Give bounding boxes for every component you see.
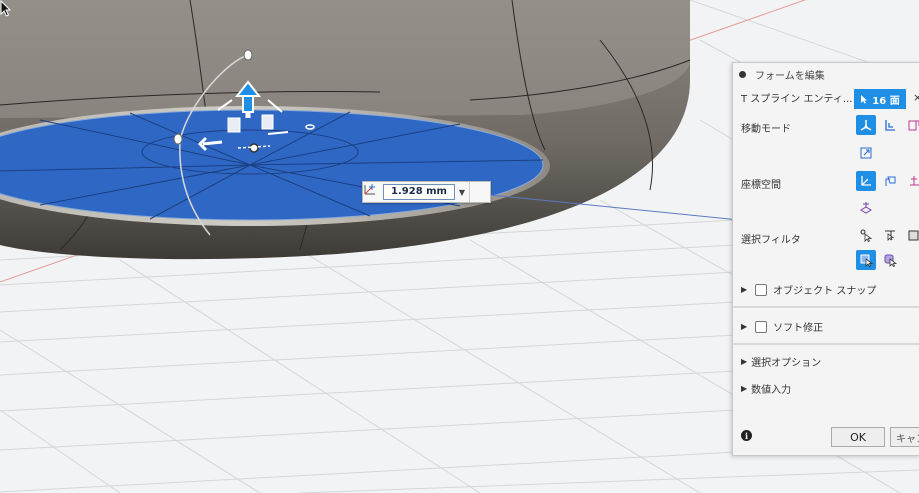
scale-icon[interactable]	[856, 143, 876, 163]
expand-triangle-icon[interactable]: ▶	[741, 322, 747, 331]
local-space-icon[interactable]	[904, 171, 919, 191]
selection-options-group[interactable]: ▶ 選択オプション	[741, 354, 821, 369]
select-arrow-icon	[861, 95, 868, 104]
move-mode-row: 移動モード	[741, 120, 791, 135]
vertex-filter-icon[interactable]	[856, 225, 876, 245]
expand-triangle-icon[interactable]: ▶	[741, 357, 747, 366]
soft-modify-group[interactable]: ▶ ソフト修正	[741, 319, 823, 334]
selection-count-button[interactable]: 16 面	[854, 89, 906, 109]
body-filter-icon[interactable]	[856, 250, 876, 270]
info-icon[interactable]: i	[741, 430, 752, 441]
coordinate-space-label: 座標空間	[741, 180, 781, 191]
selection-count: 16 面	[872, 95, 900, 107]
edit-form-panel: フォームを編集 T スプライン エンティ... 16 面 × 移動モード 座標空…	[732, 62, 919, 456]
multi-move-icon[interactable]	[856, 115, 876, 135]
numeric-input-label: 数値入力	[751, 385, 792, 396]
move-mode-label: 移動モード	[741, 124, 791, 135]
loop-filter-icon[interactable]	[880, 250, 900, 270]
dimension-options-icon[interactable]	[364, 182, 490, 202]
object-snap-label: オブジェクト スナップ	[773, 286, 877, 297]
view-space-icon[interactable]	[880, 171, 900, 191]
rotate-icon[interactable]	[904, 115, 919, 135]
panel-title: フォームを編集	[755, 70, 825, 82]
selection-filter-row: 選択フィルタ	[741, 231, 801, 246]
mouse-pointer-icon	[0, 0, 12, 17]
dimension-value-field[interactable]: 1.928 mm	[383, 184, 455, 200]
cancel-button[interactable]: キャンセル	[890, 427, 919, 447]
edge-filter-icon[interactable]	[880, 225, 900, 245]
numeric-input-group[interactable]: ▶ 数値入力	[741, 381, 791, 396]
clear-selection-button[interactable]: ×	[913, 91, 919, 104]
selection-row: T スプライン エンティ...	[741, 90, 852, 105]
soft-modify-label: ソフト修正	[773, 323, 824, 334]
expand-triangle-icon[interactable]: ▶	[741, 384, 747, 393]
selection-options-label: 選択オプション	[751, 358, 822, 369]
ok-button[interactable]: OK	[831, 427, 885, 447]
selection-filter-label: 選択フィルタ	[741, 235, 801, 246]
object-snap-group[interactable]: ▶ オブジェクト スナップ	[741, 282, 876, 297]
dimension-input-box[interactable]: 1.928 mm ▼	[362, 181, 491, 203]
divider	[733, 306, 919, 308]
face-filter-icon[interactable]	[904, 225, 919, 245]
divider	[733, 343, 919, 345]
selection-label: T スプライン エンティ...	[741, 94, 853, 105]
dimension-dropdown-arrow[interactable]: ▼	[455, 188, 469, 197]
world-space-icon[interactable]	[856, 171, 876, 191]
translate-icon[interactable]	[880, 115, 900, 135]
panel-collapse-icon[interactable]	[739, 70, 746, 78]
object-snap-checkbox[interactable]	[755, 283, 768, 296]
panel-header[interactable]: フォームを編集	[733, 63, 919, 85]
soft-modify-checkbox[interactable]	[755, 320, 768, 333]
coordinate-space-row: 座標空間	[741, 176, 781, 191]
expand-triangle-icon[interactable]: ▶	[741, 285, 747, 294]
per-face-space-icon[interactable]	[856, 197, 876, 217]
